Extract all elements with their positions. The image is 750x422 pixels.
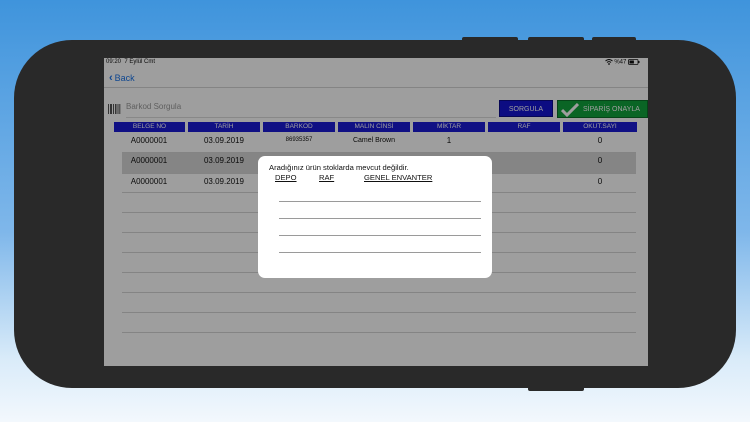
dialog-row-divider xyxy=(279,252,481,253)
stock-info-dialog: Aradığınız ürün stoklarda mevcut değildi… xyxy=(258,156,492,278)
dialog-row-divider xyxy=(279,218,481,219)
dialog-message: Aradığınız ürün stoklarda mevcut değildi… xyxy=(269,163,409,172)
app-screen: 09:20 7 Eylül Cmt %47 ‹ Back Barkod Sorg… xyxy=(104,58,648,366)
dialog-row-divider xyxy=(279,235,481,236)
dialog-column-depo: DEPO xyxy=(275,173,297,182)
dialog-row-divider xyxy=(279,201,481,202)
dialog-column-raf: RAF xyxy=(319,173,335,182)
dialog-column-genel-envanter: GENEL ENVANTER xyxy=(364,173,433,182)
